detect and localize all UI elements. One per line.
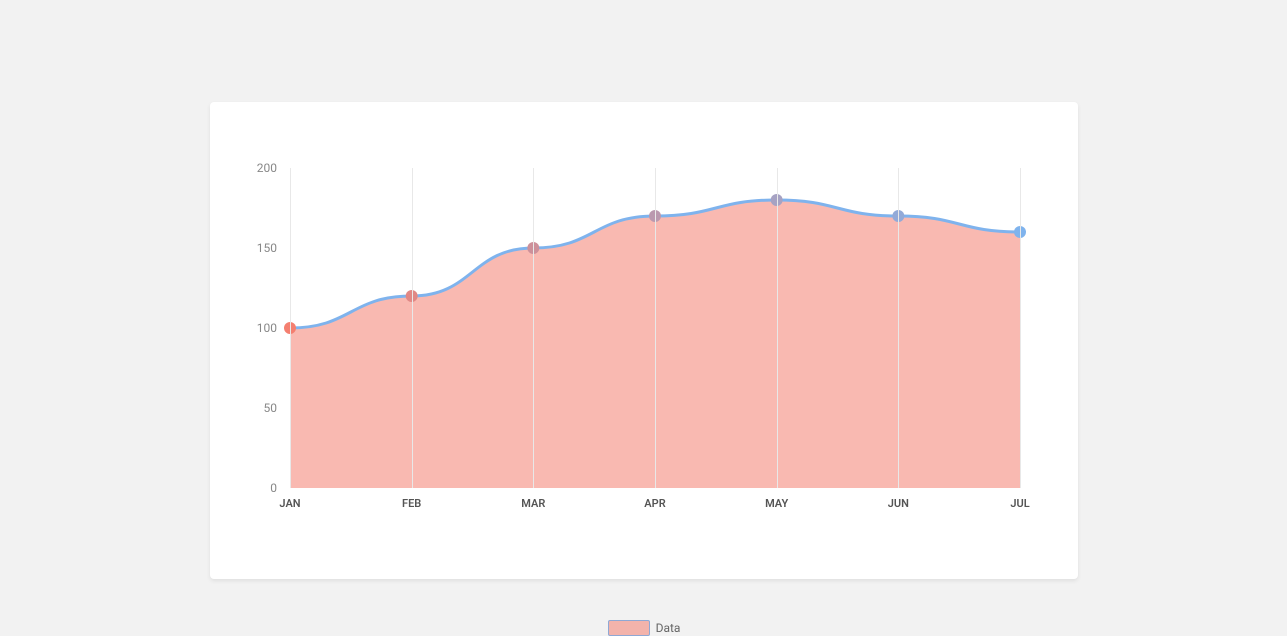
grid-line xyxy=(1020,168,1021,488)
chart-legend: Data xyxy=(210,620,1078,636)
grid-line xyxy=(655,168,656,488)
grid-line xyxy=(533,168,534,488)
grid-line xyxy=(412,168,413,488)
legend-swatch xyxy=(608,620,650,636)
grid-line xyxy=(777,168,778,488)
y-axis-tick: 100 xyxy=(237,321,277,335)
x-axis-tick: JAN xyxy=(279,497,300,510)
grid-line xyxy=(290,168,291,488)
y-axis-tick: 150 xyxy=(237,241,277,255)
y-axis-tick: 0 xyxy=(237,481,277,495)
x-axis-tick: APR xyxy=(644,497,665,510)
x-axis-tick: MAR xyxy=(521,497,545,510)
x-axis-tick: MAY xyxy=(765,497,788,510)
x-axis-tick: FEB xyxy=(402,497,421,510)
x-axis-tick: JUL xyxy=(1010,497,1029,510)
legend-label: Data xyxy=(656,621,681,635)
y-axis-tick: 200 xyxy=(237,161,277,175)
grid-line xyxy=(898,168,899,488)
y-axis-tick: 50 xyxy=(237,401,277,415)
x-axis-tick: JUN xyxy=(888,497,909,510)
